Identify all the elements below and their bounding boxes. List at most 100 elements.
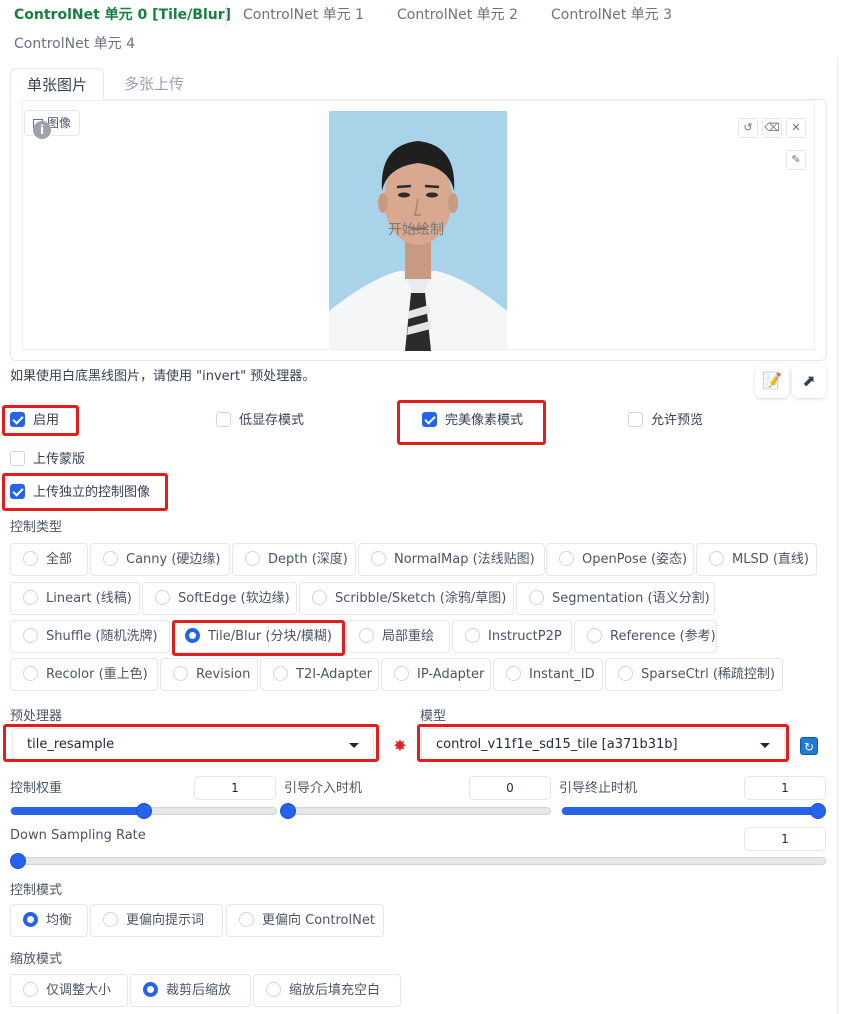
checkbox-checked-icon — [422, 412, 437, 427]
control-type-option[interactable]: 局部重绘 — [346, 620, 450, 653]
tab-single-image[interactable]: 单张图片 — [10, 68, 105, 100]
end-step-label: 引导终止时机 — [559, 781, 638, 796]
option-label: Canny (硬边缘) — [126, 552, 221, 567]
allow-preview-checkbox[interactable]: 允许预览 — [628, 411, 703, 431]
start-drawing-text: 开始绘制 — [388, 222, 444, 238]
pixel-perfect-label: 完美像素模式 — [445, 413, 524, 428]
control-type-option[interactable]: Lineart (线稿) — [10, 582, 140, 615]
resize-mode-option[interactable]: 仅调整大小 — [10, 974, 128, 1007]
low-vram-label: 低显存模式 — [239, 413, 305, 428]
tab-unit-1[interactable]: ControlNet 单元 1 — [243, 4, 364, 24]
notes-icon[interactable]: 📝 — [755, 364, 789, 398]
control-type-option[interactable]: SparseCtrl (稀疏控制) — [605, 658, 783, 691]
radio-icon — [587, 628, 602, 643]
control-type-option[interactable]: Instant_ID — [493, 658, 603, 691]
radio-icon — [273, 666, 288, 681]
option-label: Depth (深度) — [268, 552, 348, 567]
control-type-option[interactable]: Scribble/Sketch (涂鸦/草图) — [299, 582, 514, 615]
control-weight-label: 控制权重 — [10, 781, 63, 796]
control-type-label: 控制类型 — [10, 520, 63, 535]
eraser-icon[interactable]: ⌫ — [762, 118, 782, 138]
enable-checkbox[interactable]: 启用 — [10, 411, 59, 431]
tab-unit-2[interactable]: ControlNet 单元 2 — [397, 4, 518, 24]
end-step-slider[interactable] — [561, 803, 826, 819]
slider-thumb[interactable] — [135, 803, 152, 819]
pixel-perfect-checkbox[interactable]: 完美像素模式 — [422, 411, 523, 431]
radio-icon — [155, 590, 170, 605]
info-icon[interactable]: i — [33, 121, 51, 139]
model-dropdown[interactable]: control_v11f1e_sd15_tile [a371b31b] — [421, 728, 785, 762]
radio-selected-icon — [143, 982, 158, 997]
brush-icon[interactable]: ✎ — [786, 150, 806, 170]
upload-mask-checkbox[interactable]: 上传蒙版 — [10, 450, 85, 470]
radio-selected-icon — [185, 628, 200, 643]
control-mode-option-selected[interactable]: 均衡 — [10, 904, 88, 937]
control-type-option[interactable]: Segmentation (语义分割) — [516, 582, 715, 615]
control-type-option[interactable]: Depth (深度) — [232, 543, 356, 576]
checkbox-icon — [10, 451, 25, 466]
radio-icon — [559, 551, 574, 566]
radio-icon — [312, 590, 327, 605]
control-weight-input[interactable]: 1 — [194, 776, 276, 800]
tab-batch-upload[interactable]: 多张上传 — [108, 68, 200, 100]
radio-icon — [23, 666, 38, 681]
model-label: 模型 — [420, 709, 447, 724]
radio-icon — [103, 912, 118, 927]
radio-icon — [709, 551, 724, 566]
slider-thumb[interactable] — [810, 803, 826, 819]
tab-unit-3[interactable]: ControlNet 单元 3 — [551, 4, 672, 24]
option-label: Lineart (线稿) — [46, 591, 132, 606]
undo-icon[interactable]: ↺ — [738, 118, 758, 138]
option-label: SoftEdge (软边缘) — [178, 591, 290, 606]
low-vram-checkbox[interactable]: 低显存模式 — [216, 411, 304, 431]
checkbox-icon — [216, 412, 231, 427]
preprocessor-label: 预处理器 — [10, 709, 63, 724]
resize-mode-label: 缩放模式 — [10, 952, 63, 967]
down-sampling-slider[interactable] — [10, 853, 826, 869]
send-dimensions-icon[interactable]: ⬈ — [792, 364, 826, 398]
upload-independent-label: 上传独立的控制图像 — [33, 485, 151, 500]
radio-icon — [529, 590, 544, 605]
start-step-slider[interactable] — [280, 803, 551, 819]
close-icon[interactable]: ✕ — [786, 118, 806, 138]
radio-icon — [23, 628, 38, 643]
radio-icon — [359, 628, 374, 643]
control-type-option[interactable]: Recolor (重上色) — [10, 658, 158, 691]
control-type-option[interactable]: IP-Adapter — [381, 658, 491, 691]
tab-unit-4[interactable]: ControlNet 单元 4 — [14, 33, 135, 53]
radio-icon — [371, 551, 386, 566]
down-sampling-input[interactable]: 1 — [744, 827, 826, 851]
control-mode-label: 控制模式 — [10, 883, 63, 898]
allow-preview-label: 允许预览 — [651, 413, 704, 428]
control-type-option[interactable]: SoftEdge (软边缘) — [142, 582, 297, 615]
control-type-option[interactable]: Shuffle (随机洗牌) — [10, 620, 170, 653]
radio-selected-icon — [23, 912, 38, 927]
slider-thumb[interactable] — [280, 803, 296, 819]
slider-thumb[interactable] — [10, 853, 26, 869]
control-mode-option[interactable]: 更偏向提示词 — [90, 904, 223, 937]
upload-independent-checkbox[interactable]: 上传独立的控制图像 — [10, 483, 150, 503]
control-type-option[interactable]: Revision — [160, 658, 258, 691]
control-type-option-selected[interactable]: Tile/Blur (分块/模糊) — [172, 620, 344, 653]
control-type-option[interactable]: Reference (参考) — [574, 620, 717, 653]
control-type-option[interactable]: T2I-Adapter — [260, 658, 379, 691]
control-mode-option[interactable]: 更偏向 ControlNet — [226, 904, 384, 937]
control-weight-slider[interactable] — [10, 803, 277, 819]
control-type-option[interactable]: InstructP2P — [452, 620, 572, 653]
end-step-input[interactable]: 1 — [744, 776, 826, 800]
control-type-option[interactable]: Canny (硬边缘) — [90, 543, 230, 576]
resize-mode-option[interactable]: 缩放后填充空白 — [253, 974, 401, 1007]
tab-unit-0[interactable]: ControlNet 单元 0 [Tile/Blur] — [14, 4, 231, 24]
option-label: 全部 — [46, 552, 73, 567]
control-type-option[interactable]: MLSD (直线) — [696, 543, 817, 576]
control-type-option[interactable]: 全部 — [10, 543, 88, 576]
start-step-input[interactable]: 0 — [469, 776, 551, 800]
control-type-option[interactable]: NormalMap (法线贴图) — [358, 543, 545, 576]
resize-mode-option-selected[interactable]: 裁剪后缩放 — [130, 974, 251, 1007]
control-type-option[interactable]: OpenPose (姿态) — [546, 543, 694, 576]
option-label: 局部重绘 — [382, 629, 435, 644]
radio-icon — [618, 666, 633, 681]
preprocessor-dropdown[interactable]: tile_resample — [12, 728, 374, 762]
run-preprocessor-icon[interactable]: ✸ — [390, 736, 410, 756]
refresh-icon[interactable]: ↻ — [800, 737, 818, 755]
